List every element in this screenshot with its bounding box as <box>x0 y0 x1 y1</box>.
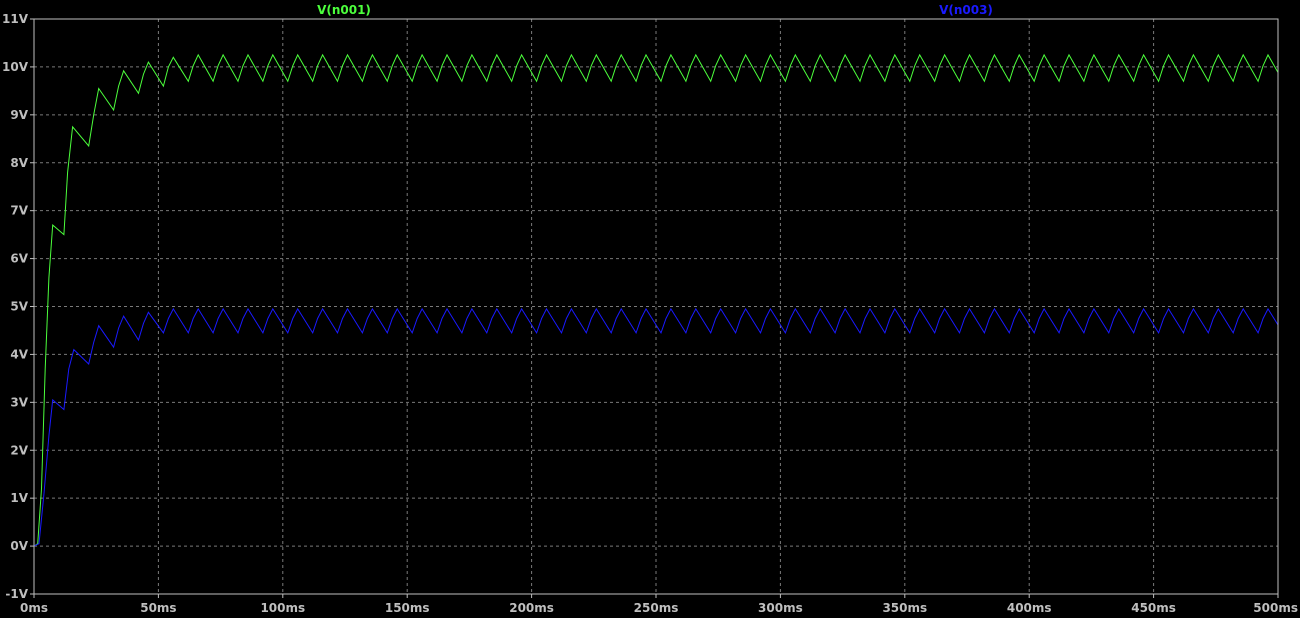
x-tick-label: 400ms <box>1007 601 1052 615</box>
x-tick-label: 350ms <box>882 601 927 615</box>
y-tick-label: 0V <box>10 539 28 553</box>
waveform-plot: -1V 0V 1V 2V 3V 4V 5V 6V 7V 8V 9V 10V 11V 0ms 50ms 100… <box>0 0 1300 618</box>
x-tick-label: 150ms <box>385 601 430 615</box>
y-tick-label: 7V <box>10 204 28 218</box>
y-tick-label: 6V <box>10 252 28 266</box>
x-tick-label: 300ms <box>758 601 803 615</box>
y-tick-label: -1V <box>5 587 28 601</box>
y-tick-label: 11V <box>2 12 29 26</box>
x-tick-label: 250ms <box>634 601 679 615</box>
y-tick-label: 8V <box>10 156 28 170</box>
x-tick-label: 200ms <box>509 601 554 615</box>
y-tick-label: 4V <box>10 347 28 361</box>
y-tick-label: 9V <box>10 108 28 122</box>
y-tick-label: 3V <box>10 395 28 409</box>
y-tick-label: 10V <box>2 60 29 74</box>
legend-entry[interactable]: V(n001) <box>317 3 371 17</box>
y-tick-label: 2V <box>10 443 28 457</box>
plot-background <box>0 0 1300 618</box>
y-tick-label: 1V <box>10 491 28 505</box>
legend-entry[interactable]: V(n003) <box>939 3 993 17</box>
x-tick-label: 0ms <box>20 601 48 615</box>
x-tick-label: 450ms <box>1131 601 1176 615</box>
x-tick-label: 50ms <box>140 601 176 615</box>
y-tick-label: 5V <box>10 300 28 314</box>
x-tick-label: 500ms <box>1253 601 1298 615</box>
x-tick-label: 100ms <box>260 601 305 615</box>
